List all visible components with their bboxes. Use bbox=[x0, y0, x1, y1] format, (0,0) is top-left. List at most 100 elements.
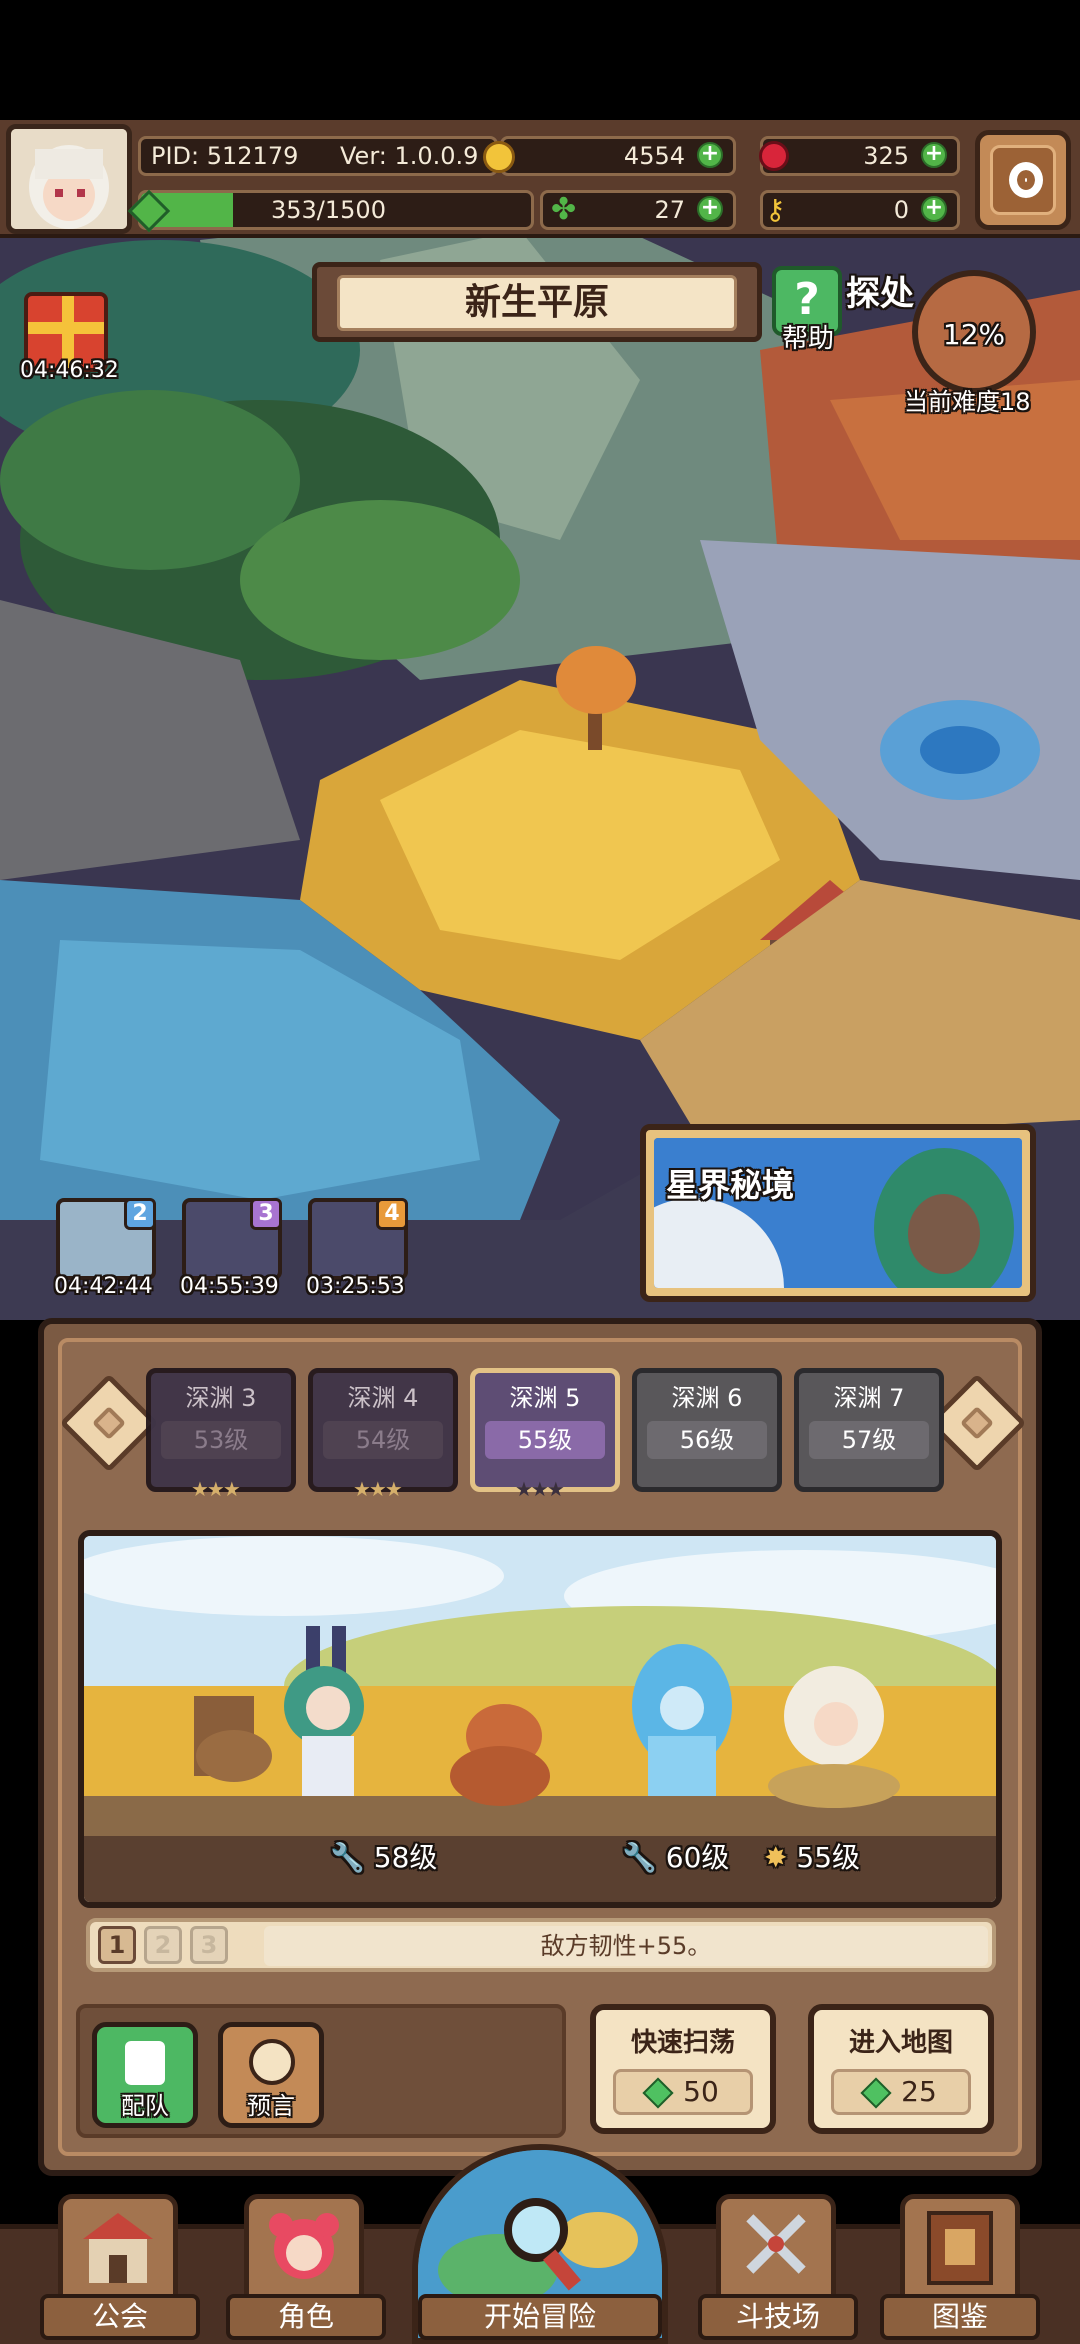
enemy-level-value: 55级 bbox=[796, 1841, 861, 1874]
stage-name: 深渊 3 bbox=[185, 1384, 257, 1412]
enemy-level: 🔧 58级 bbox=[330, 1838, 437, 1878]
chest-number: 4 bbox=[376, 1198, 408, 1230]
clover-value: 27 bbox=[654, 196, 685, 224]
stage-name: 深渊 7 bbox=[833, 1384, 905, 1412]
chest-slot-1[interactable]: 2 bbox=[56, 1198, 156, 1280]
status-bar-area bbox=[0, 0, 1080, 120]
stage-name: 深渊 5 bbox=[509, 1384, 581, 1412]
gem-icon bbox=[642, 2077, 674, 2109]
arrow-right-icon bbox=[960, 1406, 994, 1440]
stage-level: 54级 bbox=[323, 1421, 443, 1459]
enemy-level: 🔧 60级 bbox=[622, 1838, 729, 1878]
explore-label: 探处 bbox=[846, 274, 914, 314]
gem-icon bbox=[860, 2077, 892, 2109]
page-tab-3[interactable]: 3 bbox=[190, 1926, 228, 1964]
gem-pill[interactable]: 325 + bbox=[759, 136, 960, 176]
quick-sweep-button[interactable]: 快速扫荡 50 bbox=[590, 2004, 776, 2134]
exp-bar: 353/1500 bbox=[138, 190, 534, 230]
gold-add-icon[interactable]: + bbox=[697, 142, 723, 168]
prophecy-button[interactable]: 预言 bbox=[218, 2022, 324, 2128]
team-icon bbox=[125, 2041, 165, 2085]
stage-stars: ★★★ bbox=[191, 1477, 241, 1501]
chest-slot-3[interactable]: 4 bbox=[308, 1198, 408, 1280]
enter-map-cost: 25 bbox=[831, 2069, 971, 2115]
enemy-level-value: 58级 bbox=[373, 1841, 438, 1874]
enemy-level: ✸ 55级 bbox=[764, 1838, 860, 1878]
stage-stars: ★★★ bbox=[353, 1477, 403, 1501]
key-pill[interactable]: ⚷ 0 + bbox=[760, 190, 960, 230]
wrench-icon: 🔧 bbox=[330, 1841, 374, 1874]
clover-add-icon[interactable]: + bbox=[697, 196, 723, 222]
star-realm-label: 星界秘境 bbox=[666, 1166, 795, 1204]
key-icon: ⚷ bbox=[765, 193, 786, 226]
stage-level: 55级 bbox=[485, 1421, 605, 1459]
clover-pill[interactable]: ✤ 27 + bbox=[540, 190, 736, 230]
gem-add-icon[interactable]: + bbox=[921, 142, 947, 168]
enemy-level-value: 60级 bbox=[665, 1841, 730, 1874]
stage-tip: 敌方韧性+55。 bbox=[264, 1926, 988, 1966]
gold-coin-icon bbox=[483, 141, 515, 173]
gear-badge-icon: ✸ bbox=[764, 1841, 797, 1874]
stage-card[interactable]: 深渊 4 54级 ★★★ bbox=[308, 1368, 458, 1501]
stage-stars: ★★★ bbox=[515, 1477, 565, 1501]
area-banner[interactable]: 新生平原 bbox=[312, 262, 762, 342]
red-gem-icon bbox=[759, 141, 789, 171]
prophecy-label: 预言 bbox=[247, 2092, 295, 2120]
help-label: 帮助 bbox=[782, 324, 835, 354]
page-selector: 1 2 3 敌方韧性+55。 bbox=[86, 1918, 996, 1972]
chest-timer: 04:42:44 bbox=[54, 1274, 153, 1299]
enter-map-button[interactable]: 进入地图 25 bbox=[808, 2004, 994, 2134]
player-avatar[interactable] bbox=[6, 124, 132, 234]
chest-slot-2[interactable]: 3 bbox=[182, 1198, 282, 1280]
key-value: 0 bbox=[893, 196, 909, 224]
stage-card[interactable]: 深渊 7 57级 bbox=[794, 1368, 944, 1492]
page-tab-2[interactable]: 2 bbox=[144, 1926, 182, 1964]
nav-character-label[interactable]: 角色 bbox=[226, 2294, 386, 2340]
nav-start-adventure-label[interactable]: 开始冒险 bbox=[418, 2294, 662, 2340]
enter-map-cost-value: 25 bbox=[901, 2075, 937, 2108]
pid-text: PID: 512179 bbox=[151, 142, 299, 170]
stage-level: 53级 bbox=[161, 1421, 281, 1459]
wrench-icon: 🔧 bbox=[622, 1841, 666, 1874]
difficulty-label: 当前难度18 bbox=[904, 388, 1031, 416]
gear-icon bbox=[1009, 162, 1043, 198]
stage-level: 57级 bbox=[809, 1421, 929, 1459]
difficulty-dial[interactable]: 12% bbox=[912, 270, 1036, 394]
area-name: 新生平原 bbox=[337, 275, 737, 331]
chest-number: 2 bbox=[124, 1198, 156, 1230]
star-realm-button[interactable]: 星界秘境 bbox=[640, 1124, 1036, 1302]
stage-card[interactable]: 深渊 3 53级 ★★★ bbox=[146, 1368, 296, 1501]
key-add-icon[interactable]: + bbox=[921, 196, 947, 222]
character-portrait-icon bbox=[269, 2213, 339, 2279]
quick-sweep-cost-value: 50 bbox=[683, 2075, 719, 2108]
nav-guild-label[interactable]: 公会 bbox=[40, 2294, 200, 2340]
stage-name: 深渊 6 bbox=[671, 1384, 743, 1412]
quick-sweep-label: 快速扫荡 bbox=[630, 2028, 735, 2058]
exp-text: 353/1500 bbox=[271, 196, 386, 224]
guild-building-icon bbox=[83, 2213, 153, 2283]
gold-pill[interactable]: 4554 + bbox=[483, 136, 736, 176]
gem-value: 325 bbox=[863, 142, 909, 170]
crystal-ball-icon bbox=[249, 2039, 295, 2085]
book-icon bbox=[927, 2211, 993, 2285]
nav-arena-label[interactable]: 斗技场 bbox=[698, 2294, 858, 2340]
difficulty-percent: 12% bbox=[942, 318, 1006, 351]
stage-card[interactable]: 深渊 6 56级 bbox=[632, 1368, 782, 1492]
clover-icon: ✤ bbox=[551, 192, 577, 227]
version-text: Ver: 1.0.0.9 bbox=[340, 142, 479, 170]
team-button[interactable]: 配队 bbox=[92, 2022, 198, 2128]
chest-timer: 03:25:53 bbox=[306, 1274, 405, 1299]
chest-number: 3 bbox=[250, 1198, 282, 1230]
enemy-preview-scene bbox=[78, 1530, 1002, 1908]
arrow-left-icon bbox=[92, 1406, 126, 1440]
stage-name: 深渊 4 bbox=[347, 1384, 419, 1412]
stage-card-selected[interactable]: 深渊 5 55级 ★★★ bbox=[470, 1368, 620, 1501]
page-tab-1[interactable]: 1 bbox=[98, 1926, 136, 1964]
crossed-swords-icon bbox=[746, 2214, 806, 2274]
gift-timer: 04:46:32 bbox=[20, 358, 119, 383]
settings-button[interactable] bbox=[975, 130, 1071, 230]
stage-level: 56级 bbox=[647, 1421, 767, 1459]
nav-codex-label[interactable]: 图鉴 bbox=[880, 2294, 1040, 2340]
team-label: 配队 bbox=[121, 2092, 169, 2120]
gold-value: 4554 bbox=[623, 142, 685, 170]
